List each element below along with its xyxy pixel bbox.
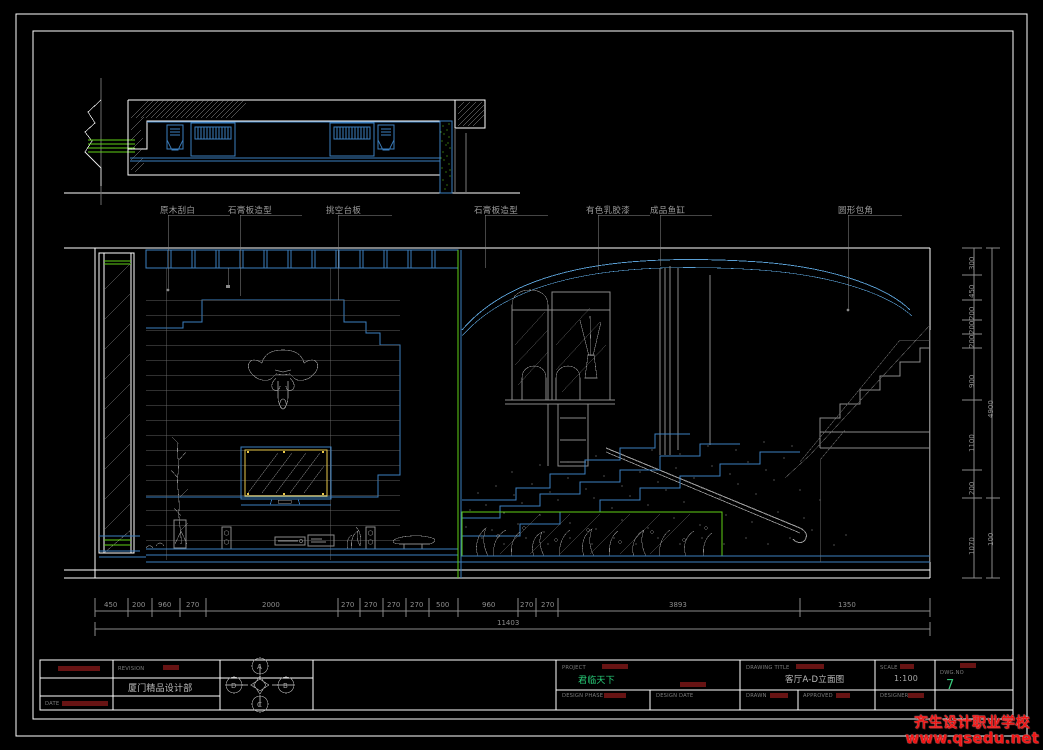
project-label: PROJECT bbox=[562, 665, 586, 671]
dim-v-secondary-4900: 4900 bbox=[987, 400, 995, 418]
redacted-field-12 bbox=[960, 663, 976, 668]
callout-label-yuanxing-baojiao: 圆形包角 bbox=[838, 206, 874, 216]
callout-label-yuanmu-guabai: 原木刮白 bbox=[160, 206, 196, 216]
date-label: DATE bbox=[45, 701, 60, 707]
top-elevation bbox=[64, 78, 520, 205]
fish-tank bbox=[461, 511, 930, 557]
watermark: 齐生设计职业学校 www.qsedu.net bbox=[905, 716, 1039, 746]
stone-gravel-texture bbox=[465, 441, 847, 546]
scale-value: 1:100 bbox=[894, 674, 919, 683]
callout-label-shigaoban-zaoxing-2: 石膏板造型 bbox=[474, 206, 519, 216]
compass-label-east: B bbox=[283, 682, 289, 690]
dim-v-2: 200 bbox=[968, 306, 976, 320]
dim-v-1: 450 bbox=[968, 284, 976, 298]
dim-h-4: 2000 bbox=[262, 601, 280, 609]
project-value: 君临天下 bbox=[578, 676, 615, 686]
drawing-title-value: 客厅A-D立面图 bbox=[785, 675, 845, 685]
dim-h-3: 270 bbox=[186, 601, 200, 609]
redacted-field-6 bbox=[604, 693, 626, 698]
redacted-field-11 bbox=[908, 693, 924, 698]
revision-label: REVISION bbox=[118, 666, 145, 672]
dim-h-0: 450 bbox=[104, 601, 118, 609]
dim-v-0: 300 bbox=[968, 256, 976, 270]
dim-v-8: 1070 bbox=[968, 537, 976, 555]
redacted-field-9 bbox=[836, 693, 850, 698]
dwg-no-label: DWG.NO bbox=[940, 670, 964, 676]
dim-h-8: 270 bbox=[410, 601, 424, 609]
drawn-label: DRAWN bbox=[746, 693, 767, 699]
tv-feature-wall bbox=[146, 268, 401, 560]
redacted-field-2 bbox=[163, 665, 179, 670]
dim-h-total: 11403 bbox=[497, 619, 520, 627]
dim-h-6: 270 bbox=[364, 601, 378, 609]
dim-h-5: 270 bbox=[341, 601, 355, 609]
tv-screen bbox=[240, 446, 332, 506]
callout-label-chengpin-yugang: 成品鱼缸 bbox=[650, 206, 686, 216]
design-phase-label: DESIGN PHASE bbox=[562, 693, 604, 699]
redacted-field-7 bbox=[796, 664, 824, 669]
redacted-field-10 bbox=[900, 664, 914, 669]
callout-label-shigaoban-zaoxing-1: 石膏板造型 bbox=[228, 206, 273, 216]
scale-label: SCALE bbox=[880, 665, 898, 671]
redacted-field-4 bbox=[602, 664, 628, 669]
redacted-field-5 bbox=[680, 682, 706, 687]
dim-h-14: 1350 bbox=[838, 601, 856, 609]
dim-v-3: 200 bbox=[968, 320, 976, 334]
dim-h-12: 270 bbox=[541, 601, 555, 609]
design-date-label: DESIGN DATE bbox=[656, 693, 694, 699]
cad-drawing-canvas: 原木刮白 石膏板造型 挑空台板 石膏板造型 有色乳胶漆 成品鱼缸 圆形包角 45… bbox=[0, 0, 1043, 750]
dim-v-6: 1100 bbox=[968, 434, 976, 452]
dim-h-1: 200 bbox=[132, 601, 146, 609]
driftwood-sculpture bbox=[170, 436, 189, 549]
approved-label: APPROVED bbox=[803, 693, 833, 699]
dim-v-secondary-100: 100 bbox=[987, 532, 995, 546]
arched-ceiling bbox=[461, 259, 913, 337]
compass-label-north: A bbox=[257, 663, 262, 671]
vertical-mullions bbox=[659, 266, 711, 455]
ceiling-coffer-strip bbox=[145, 249, 459, 288]
redacted-field-3 bbox=[62, 701, 108, 706]
dim-h-9: 500 bbox=[436, 601, 450, 609]
dim-h-2: 960 bbox=[158, 601, 172, 609]
dim-v-4: 200 bbox=[968, 334, 976, 348]
left-wall-slab bbox=[98, 252, 146, 558]
callout-leaders bbox=[166, 214, 902, 312]
dim-h-11: 270 bbox=[520, 601, 534, 609]
drawing-geometry bbox=[15, 13, 1028, 737]
dim-v-5: 900 bbox=[968, 374, 976, 388]
dim-h-13: 3893 bbox=[669, 601, 687, 609]
compass-label-south: C bbox=[257, 701, 263, 709]
company-name: 厦门精品设计部 bbox=[128, 684, 193, 694]
dwg-no-value: 7 bbox=[946, 678, 955, 693]
designer-label: DESIGNER bbox=[880, 693, 909, 699]
horizontal-dimension-chain bbox=[94, 598, 931, 636]
drawing-title-label: DRAWING TITLE bbox=[746, 665, 790, 671]
bull-skull-decor bbox=[248, 349, 318, 410]
dim-h-10: 960 bbox=[482, 601, 496, 609]
staircase bbox=[462, 324, 931, 562]
redacted-field-8 bbox=[770, 693, 788, 698]
compass-label-west: D bbox=[231, 682, 237, 690]
glazed-display-cabinet bbox=[505, 289, 615, 467]
dim-v-7: 200 bbox=[968, 481, 976, 495]
dim-h-7: 270 bbox=[387, 601, 401, 609]
tv-console-electronics bbox=[145, 526, 440, 550]
watermark-line-2: www.qsedu.net bbox=[905, 728, 1039, 747]
redacted-field-1 bbox=[58, 666, 100, 671]
callout-label-tiaokong-taiban: 挑空台板 bbox=[326, 206, 362, 216]
callout-label-yousi-rujiaoqi: 有色乳胶漆 bbox=[586, 206, 631, 216]
